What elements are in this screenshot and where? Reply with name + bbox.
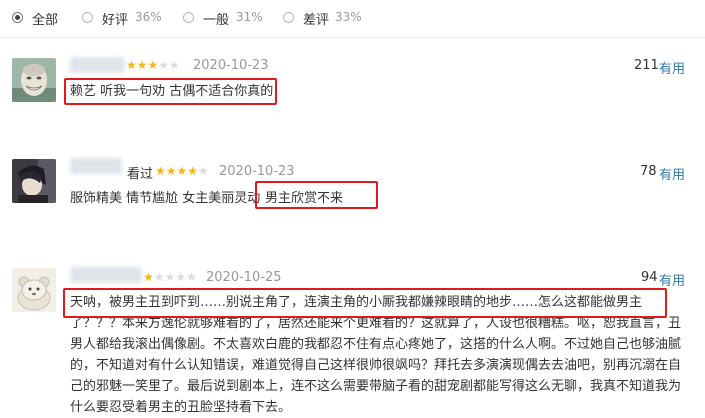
radio-icon[interactable]	[82, 12, 93, 23]
highlight-box	[255, 181, 378, 209]
review-text-line: 的，不知道对有什么认知错误，难道觉得自己这样很帅很飒吗？拜托去多演演现偶去去油吧…	[70, 358, 682, 373]
avatar[interactable]	[12, 159, 56, 203]
radio-selected-icon[interactable]	[12, 12, 23, 23]
filter-negative[interactable]: 差评 33%	[283, 10, 373, 28]
vote-count: 211	[634, 58, 659, 73]
filter-all[interactable]: 全部	[12, 10, 72, 28]
star-icon: ★	[143, 270, 154, 284]
review-text-line: 什么要忍受着男主的丑脸坚持看下去。	[70, 400, 292, 415]
highlight-box	[64, 78, 277, 105]
review-date: 2020-10-23	[219, 164, 295, 179]
highlight-box	[63, 288, 667, 318]
username-blurred[interactable]	[70, 158, 122, 174]
username-blurred[interactable]	[70, 267, 142, 283]
filter-neutral[interactable]: 一般 31%	[183, 10, 273, 28]
filter-negative-pct: 33%	[335, 10, 362, 24]
filter-all-label: 全部	[32, 13, 59, 28]
radio-icon[interactable]	[283, 12, 294, 23]
filter-negative-label: 差评	[303, 13, 330, 28]
star-icon: ★	[198, 164, 209, 178]
rating-stars: ★★★★★	[143, 270, 197, 284]
review-text-line: 男人都给我滚出偶像剧。不太喜欢白鹿的我都忍不住有点心疼她了，这搭的什么人啊。不过…	[70, 337, 682, 352]
review-date: 2020-10-25	[206, 270, 282, 285]
avatar[interactable]	[12, 268, 56, 312]
useful-button[interactable]: 有用	[659, 270, 685, 289]
filter-positive-label: 好评	[102, 13, 129, 28]
username-blurred[interactable]	[70, 57, 125, 73]
useful-button[interactable]: 有用	[659, 58, 685, 77]
star-icon: ★★★★	[155, 164, 199, 178]
vote-count: 94	[641, 270, 658, 285]
rating-stars: ★★★★★	[155, 164, 209, 178]
rating-stars: ★★★★★	[126, 58, 180, 72]
star-icon: ★★★★	[153, 270, 197, 284]
review-date: 2020-10-23	[193, 58, 269, 73]
review-text: 服饰精美 情节尴尬 女主美丽灵动	[70, 191, 261, 206]
star-icon: ★★	[158, 58, 180, 72]
review-text-line: 己的邪魅一笑里了。最后说到剧本上，连不这么需要带脑子看的甜宠剧都能写得这么无聊，…	[70, 379, 682, 394]
star-icon: ★★★	[126, 58, 159, 72]
avatar[interactable]	[12, 58, 56, 102]
filter-neutral-pct: 31%	[236, 10, 263, 24]
radio-icon[interactable]	[183, 12, 194, 23]
filter-neutral-label: 一般	[203, 13, 230, 28]
watch-status: 看过	[127, 167, 154, 182]
divider	[0, 37, 705, 38]
vote-count: 78	[640, 164, 657, 179]
useful-button[interactable]: 有用	[659, 164, 685, 183]
filter-positive[interactable]: 好评 36%	[82, 10, 172, 28]
filter-positive-pct: 36%	[135, 10, 162, 24]
